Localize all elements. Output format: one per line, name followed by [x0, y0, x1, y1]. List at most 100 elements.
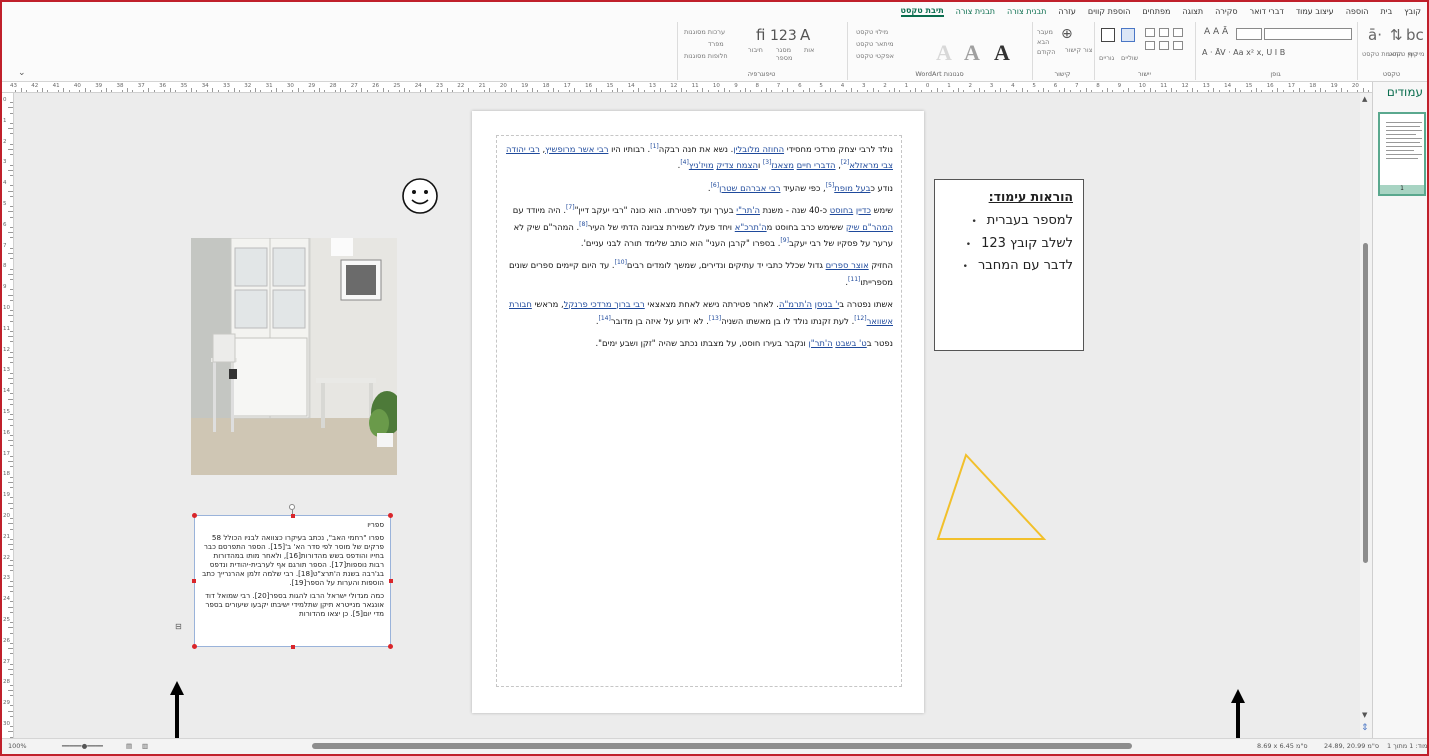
font-name-input[interactable]	[1264, 28, 1352, 40]
drop-cap-icon[interactable]: 123	[770, 28, 797, 44]
overflow-indicator-icon[interactable]: ⊟	[175, 622, 182, 631]
link-sanz[interactable]: מצאנז	[771, 160, 794, 170]
ref-8[interactable]: [8]	[579, 221, 588, 228]
vertical-scrollbar[interactable]: ▲ ▼ ⇕	[1360, 93, 1372, 738]
ref-9[interactable]: [9]	[780, 237, 789, 244]
link-9-shvat[interactable]: ט' בשבט	[835, 338, 866, 348]
tab-view[interactable]: תצוגה	[1182, 7, 1203, 16]
tab-help[interactable]: עזרה	[1058, 7, 1076, 16]
layout-instructions-box[interactable]: הוראות עימוד: למספר בעברית לשלב קובץ 123…	[934, 179, 1084, 351]
resize-handle-l[interactable]	[192, 579, 196, 583]
ref-12[interactable]: [12]	[854, 315, 866, 322]
page-thumbnail[interactable]: 1	[1378, 112, 1426, 196]
align-text-box-icon[interactable]	[1101, 28, 1115, 42]
stylistic-alternates-label[interactable]: חלופות מסוגנות	[684, 52, 728, 60]
columns-icon[interactable]	[1121, 28, 1135, 42]
link-divrei-chaim[interactable]: הדברי חיים	[797, 160, 836, 170]
tab-file[interactable]: קובץ	[1404, 7, 1421, 16]
tab-review[interactable]: סקירה	[1215, 7, 1237, 16]
link-tarmah[interactable]: ה'תרמ"ה	[779, 299, 812, 309]
resize-handle-br[interactable]	[388, 644, 393, 649]
align-middle-left-icon[interactable]	[1173, 41, 1183, 50]
link-10-nisan[interactable]: י' בניסן	[815, 299, 840, 309]
font-size-input[interactable]	[1236, 28, 1262, 40]
wordart-style-1[interactable]: A	[936, 40, 952, 66]
ref-1[interactable]: [1]	[650, 143, 659, 150]
zoom-slider[interactable]: ━━━━━●━━━━	[62, 742, 103, 750]
scroll-down-icon[interactable]: ▼	[1362, 711, 1367, 719]
link-vizhnitz[interactable]: מויז'ניץ	[689, 160, 714, 170]
link-chozeh-lublin[interactable]: החוזה מלובלין	[733, 144, 784, 154]
ref-11[interactable]: [11]	[848, 276, 860, 283]
ribbon-collapse-chevron-icon[interactable]: ⌄	[18, 68, 26, 78]
ref-13[interactable]: [13]	[709, 315, 721, 322]
main-text-frame[interactable]: נולד לרבי יצחק מרדכי מחסידי החוזה מלובלי…	[496, 135, 902, 687]
tab-mailings[interactable]: דברי דואר	[1250, 7, 1284, 16]
text-effects-label[interactable]: אפקטי טקסט	[856, 52, 894, 60]
resize-handle-b[interactable]	[291, 645, 295, 649]
font-format-buttons[interactable]: A · ĀV · Aa x² x, U I B	[1202, 48, 1285, 57]
link-tarai[interactable]: ה'תר"י	[736, 205, 760, 215]
ref-10[interactable]: [10]	[615, 260, 627, 267]
link-dayan[interactable]: כדיין	[856, 205, 871, 215]
wordart-style-2[interactable]: A	[964, 40, 980, 66]
previous-label[interactable]: הקודם	[1037, 48, 1056, 56]
next-label[interactable]: הבא	[1037, 38, 1049, 46]
scroll-up-icon[interactable]: ▲	[1362, 95, 1367, 103]
link-baruch-frankel[interactable]: רבי ברוך מרדכי פרנקל	[564, 299, 645, 309]
tab-shape-format-2[interactable]: תבנית צורה	[956, 7, 995, 16]
link-avraham-stern[interactable]: רבי אברהם שטרן	[719, 183, 780, 193]
resize-handle-tl[interactable]	[192, 513, 197, 518]
create-link-label[interactable]: צור קישור	[1065, 46, 1092, 54]
tab-add-lines[interactable]: הוספת קווים	[1088, 7, 1131, 16]
hyphenation-icon[interactable]: bc	[1406, 26, 1424, 44]
align-middle-right-icon[interactable]	[1145, 41, 1155, 50]
ref-7[interactable]: [7]	[566, 204, 575, 211]
smiley-face-icon[interactable]	[401, 177, 439, 215]
stylistic-sets-label[interactable]: ערכות מסוגנות	[684, 28, 725, 36]
text-outline-label[interactable]: מיתאר טקסט	[856, 40, 893, 48]
goto-label[interactable]: מעבר	[1037, 28, 1053, 36]
align-top-center-icon[interactable]	[1159, 28, 1169, 37]
link-otzar-sfarim[interactable]: אוצר ספרים	[826, 260, 869, 270]
vertical-scroll-thumb[interactable]	[1363, 243, 1368, 563]
cabinet-photo[interactable]	[191, 238, 397, 475]
view-two-page-icon[interactable]: ▥	[142, 742, 148, 750]
align-top-right-icon[interactable]	[1145, 28, 1155, 37]
text-fill-label[interactable]: מילוי טקסט	[856, 28, 888, 36]
resize-handle-bl[interactable]	[192, 644, 197, 649]
horizontal-scroll-thumb[interactable]	[312, 743, 1132, 749]
tab-page-design[interactable]: עיצוב עמוד	[1296, 7, 1334, 16]
link-rabbi-asher[interactable]: רבי אשר מרופשיץ	[545, 144, 608, 154]
create-link-icon[interactable]: ⊕	[1061, 26, 1073, 42]
align-middle-center-icon[interactable]	[1159, 41, 1169, 50]
ref-4[interactable]: [4]	[680, 160, 689, 167]
ref-14[interactable]: [14]	[599, 315, 611, 322]
link-tarka[interactable]: ה'תרכ"א	[735, 222, 767, 232]
tab-text-box[interactable]: תיבת טקסט	[900, 6, 944, 17]
tab-insert[interactable]: הוספה	[1346, 7, 1369, 16]
align-top-left-icon[interactable]	[1173, 28, 1183, 37]
triangle-shape[interactable]	[936, 451, 1048, 545]
tab-developer[interactable]: מפתחים	[1142, 7, 1170, 16]
link-taran[interactable]: ה'תר"ן	[808, 338, 832, 348]
resize-handle-tr[interactable]	[388, 513, 393, 518]
zoom-level[interactable]: 100%	[8, 742, 27, 750]
link-tzemach-tzaddik[interactable]: הצמח צדיק	[716, 160, 758, 170]
ref-5[interactable]: [5]	[826, 182, 835, 189]
link-chust[interactable]: בחוסט	[830, 205, 853, 215]
view-normal-icon[interactable]: ▤	[126, 742, 132, 750]
resize-handle-r[interactable]	[389, 579, 393, 583]
ref-6[interactable]: [6]	[711, 182, 720, 189]
ligature-icon[interactable]: ﬁ	[756, 26, 765, 44]
link-maharam-schick[interactable]: המהר"ם שיק	[846, 222, 893, 232]
text-fit-icon[interactable]: ā·	[1368, 26, 1382, 44]
page-nav-icon[interactable]: ⇕	[1361, 723, 1369, 733]
grow-font-icon[interactable]: A A Ā	[1204, 27, 1228, 37]
separator-label[interactable]: מפרד	[708, 40, 724, 48]
link-baal-mofet[interactable]: בעל מופת	[834, 183, 870, 193]
footnote-text-box[interactable]: ספריו ספרו "רחמי האב", נכתב בעיקרו כצווא…	[194, 515, 391, 647]
columns-label[interactable]: גוריים	[1099, 54, 1114, 62]
font-size-glyph-icon[interactable]: A	[800, 26, 810, 44]
resize-handle-t[interactable]	[291, 514, 295, 518]
